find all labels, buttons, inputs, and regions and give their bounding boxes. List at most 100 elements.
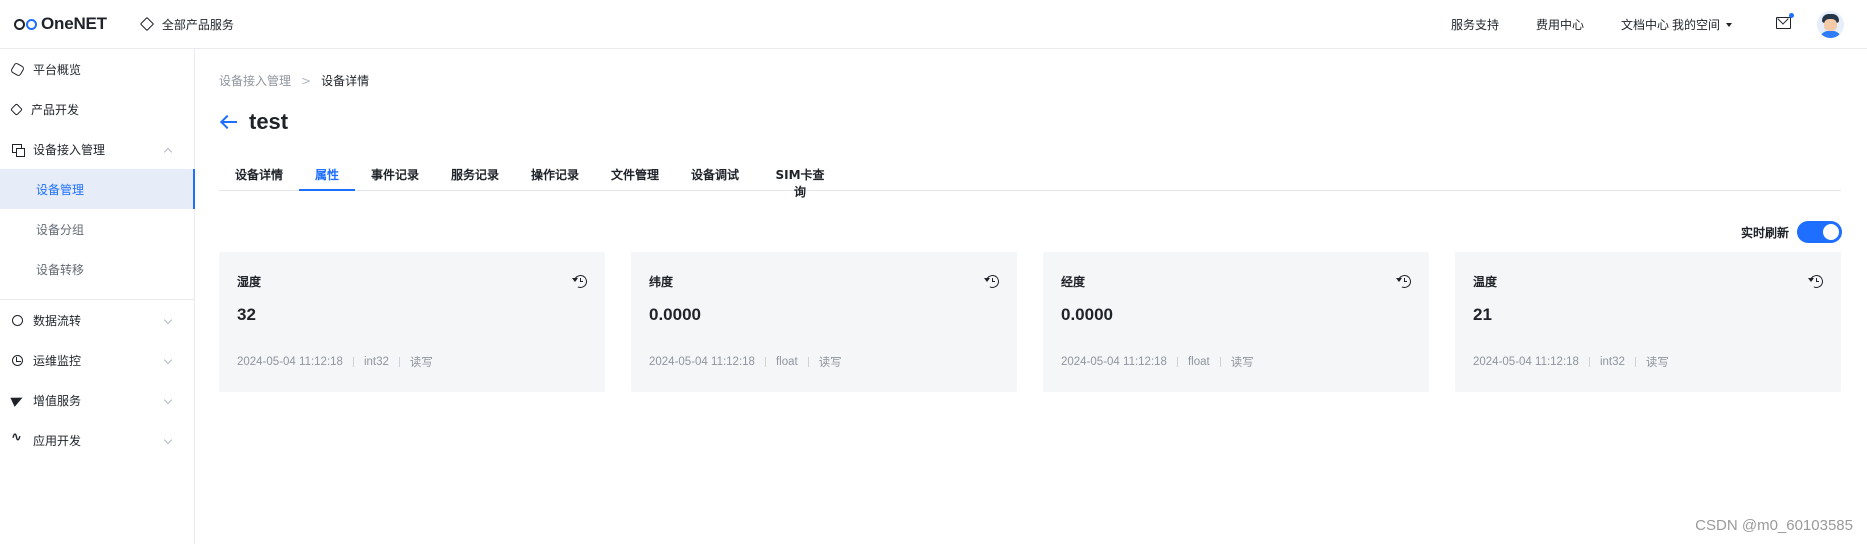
chevron-down-icon — [163, 435, 173, 445]
property-card-temperature: 温度 21 2024-05-04 11:12:18 int32 读写 — [1455, 252, 1841, 392]
mail-icon[interactable] — [1776, 13, 1794, 29]
app-dev-icon — [11, 430, 23, 446]
tab-bar: 设备详情 属性 事件记录 服务记录 操作记录 文件管理 设备调试 SIM卡查询 — [219, 160, 1841, 199]
all-products-label: 全部产品服务 — [161, 17, 234, 32]
sidebar-subitem-device-transfer[interactable]: 设备转移 — [0, 249, 195, 289]
property-type: float — [775, 356, 798, 368]
data-flow-icon — [12, 314, 23, 326]
sidebar-item-ops-monitor[interactable]: 运维监控 — [0, 340, 195, 380]
top-bar: OneNET 全部产品服务 服务支持 费用中心 文档中心 我的空间 — [0, 0, 1867, 49]
caret-down-icon — [1726, 22, 1733, 27]
property-type: float — [1187, 356, 1210, 368]
logo-text: OneNET — [41, 14, 107, 33]
sidebar-item-product-dev[interactable]: 产品开发 — [0, 89, 195, 129]
tab-device-details[interactable]: 设备详情 — [234, 166, 284, 191]
sidebar-item-label: 设备接入管理 — [33, 142, 106, 157]
page-title: test — [249, 109, 289, 134]
breadcrumb-parent[interactable]: 设备接入管理 — [219, 72, 291, 89]
property-access: 读写 — [1230, 357, 1254, 369]
send-icon — [10, 393, 25, 407]
tab-operation-records[interactable]: 操作记录 — [530, 166, 580, 191]
cube-icon — [10, 102, 23, 116]
realtime-refresh-toggle[interactable] — [1797, 221, 1842, 243]
meta-divider — [1219, 357, 1221, 367]
property-value: 0.0000 — [649, 305, 701, 324]
property-time: 2024-05-04 11:12:18 — [1061, 356, 1167, 368]
logo[interactable]: OneNET — [14, 14, 107, 34]
sidebar-item-overview[interactable]: 平台概览 — [0, 49, 195, 89]
realtime-refresh: 实时刷新 — [1741, 221, 1842, 243]
sidebar-item-label: 增值服务 — [33, 393, 82, 408]
property-name: 湿度 — [237, 275, 262, 289]
sidebar-subitem-device-group[interactable]: 设备分组 — [0, 209, 195, 249]
nav-my-space-label: 我的空间 — [1672, 18, 1721, 32]
property-access: 读写 — [409, 357, 433, 369]
onenet-logo-icon — [14, 18, 37, 30]
monitor-icon — [12, 354, 23, 366]
meta-divider — [764, 357, 766, 367]
nav-docs-center[interactable]: 文档中心 — [1621, 16, 1669, 33]
avatar[interactable] — [1817, 11, 1844, 38]
property-name: 经度 — [1061, 275, 1086, 289]
breadcrumb-current: 设备详情 — [321, 74, 370, 88]
realtime-refresh-label: 实时刷新 — [1740, 225, 1789, 240]
property-name: 纬度 — [649, 275, 674, 289]
property-meta: 2024-05-04 11:12:18 int32 读写 — [1473, 354, 1669, 370]
history-icon[interactable] — [1808, 273, 1825, 290]
notification-dot — [1789, 13, 1794, 18]
property-time: 2024-05-04 11:12:18 — [237, 356, 343, 368]
chevron-down-icon — [163, 355, 173, 365]
diamond-icon — [139, 16, 154, 32]
sidebar-item-label: 产品开发 — [31, 102, 80, 117]
nav-service-support[interactable]: 服务支持 — [1451, 16, 1499, 33]
sidebar-item-label: 数据流转 — [33, 313, 82, 328]
property-value: 0.0000 — [1061, 305, 1113, 324]
tab-sim-query[interactable]: SIM卡查询 — [771, 166, 829, 199]
history-icon[interactable] — [572, 273, 589, 290]
property-meta: 2024-05-04 11:12:18 int32 读写 — [237, 354, 433, 370]
nav-billing-center[interactable]: 费用中心 — [1536, 16, 1584, 33]
property-meta: 2024-05-04 11:12:18 float 读写 — [1061, 354, 1254, 370]
sidebar-item-label: 应用开发 — [33, 433, 82, 448]
meta-divider — [1176, 357, 1178, 367]
property-type: int32 — [363, 356, 389, 368]
breadcrumb-separator: > — [301, 73, 312, 88]
hexagon-icon — [9, 61, 26, 77]
property-name: 温度 — [1473, 275, 1498, 289]
nav-my-space[interactable]: 我的空间 — [1672, 16, 1733, 33]
tab-file-management[interactable]: 文件管理 — [610, 166, 660, 191]
tab-properties[interactable]: 属性 — [299, 166, 355, 191]
meta-divider — [1634, 357, 1636, 367]
sidebar-subitem-device-management[interactable]: 设备管理 — [0, 169, 195, 209]
sidebar-item-device-access[interactable]: 设备接入管理 — [0, 129, 195, 169]
toggle-knob — [1823, 224, 1839, 240]
property-access: 读写 — [818, 357, 842, 369]
property-meta: 2024-05-04 11:12:18 float 读写 — [649, 354, 842, 370]
property-value: 32 — [237, 305, 256, 324]
property-time: 2024-05-04 11:12:18 — [649, 356, 755, 368]
sidebar-item-value-added[interactable]: 增值服务 — [0, 380, 195, 420]
history-icon[interactable] — [984, 273, 1001, 290]
tab-event-records[interactable]: 事件记录 — [370, 166, 420, 191]
property-time: 2024-05-04 11:12:18 — [1473, 356, 1579, 368]
property-access: 读写 — [1645, 357, 1669, 369]
chevron-down-icon — [163, 315, 173, 325]
watermark: CSDN @m0_60103585 — [1695, 517, 1853, 534]
property-card-latitude: 纬度 0.0000 2024-05-04 11:12:18 float 读写 — [631, 252, 1017, 392]
meta-divider — [398, 357, 400, 367]
device-icon — [12, 143, 25, 157]
sidebar: 平台概览 产品开发 设备接入管理 设备管理 设备分组 设备转移 数据流转 运维监… — [0, 49, 195, 544]
meta-divider — [807, 357, 809, 367]
sidebar-item-app-dev[interactable]: 应用开发 — [0, 420, 195, 460]
sidebar-item-label: 平台概览 — [33, 62, 82, 77]
property-card-humidity: 湿度 32 2024-05-04 11:12:18 int32 读写 — [219, 252, 605, 392]
history-icon[interactable] — [1396, 273, 1413, 290]
back-arrow-icon[interactable] — [219, 112, 239, 132]
chevron-up-icon — [163, 147, 173, 157]
sidebar-item-data-flow[interactable]: 数据流转 — [0, 300, 195, 340]
chevron-down-icon — [163, 395, 173, 405]
tab-service-records[interactable]: 服务记录 — [450, 166, 500, 191]
tab-device-debug[interactable]: 设备调试 — [690, 166, 740, 191]
property-value: 21 — [1473, 305, 1492, 324]
all-products-button[interactable]: 全部产品服务 — [139, 16, 234, 33]
